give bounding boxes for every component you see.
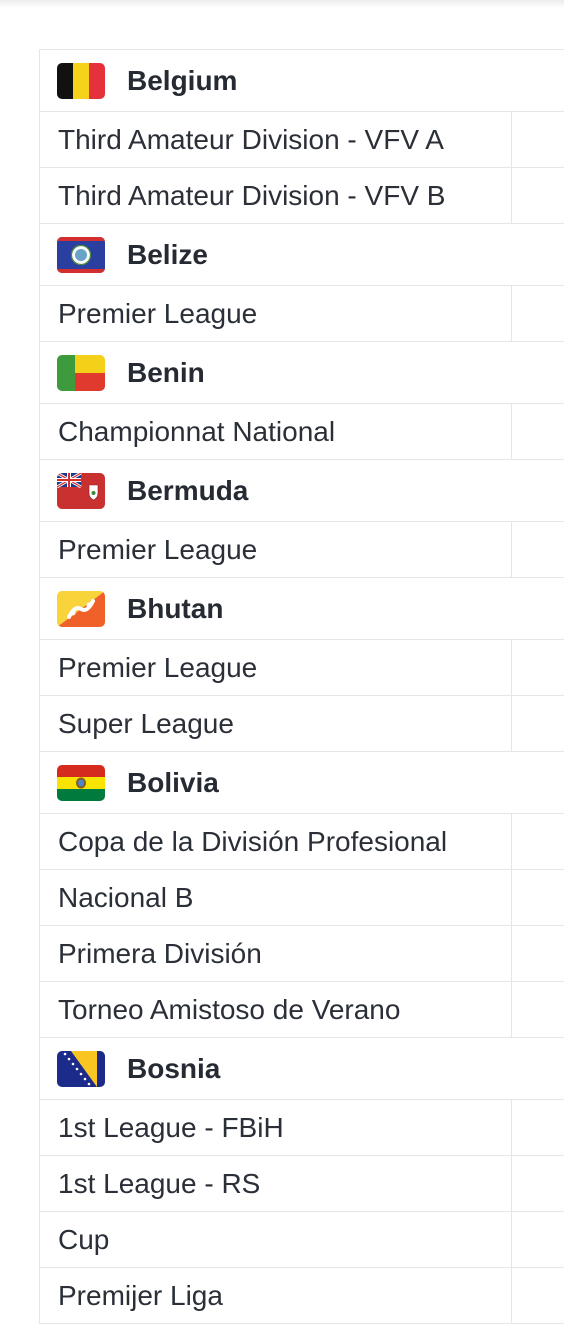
- country-header-bermuda[interactable]: Bermuda: [39, 460, 564, 522]
- league-row[interactable]: Premier League: [39, 286, 564, 342]
- league-row[interactable]: Championnat National: [39, 404, 564, 460]
- league-row[interactable]: Copa de la División Profesional: [39, 814, 564, 870]
- league-name: Copa de la División Profesional: [40, 814, 512, 869]
- league-name: Premier League: [40, 640, 512, 695]
- league-row[interactable]: Third Amateur Division - VFV B: [39, 168, 564, 224]
- league-extra-cell: [512, 982, 564, 1037]
- league-extra-cell: [512, 286, 564, 341]
- league-extra-cell: [512, 640, 564, 695]
- league-extra-cell: [512, 404, 564, 459]
- country-header-bhutan[interactable]: Bhutan: [39, 578, 564, 640]
- league-row[interactable]: Primera División: [39, 926, 564, 982]
- league-name: Primera División: [40, 926, 512, 981]
- league-name: Championnat National: [40, 404, 512, 459]
- league-extra-cell: [512, 814, 564, 869]
- league-name: Third Amateur Division - VFV A: [40, 112, 512, 167]
- bosnia-flag-icon: [57, 1050, 105, 1087]
- league-row[interactable]: Third Amateur Division - VFV A: [39, 112, 564, 168]
- league-name: Super League: [40, 696, 512, 751]
- league-row[interactable]: Torneo Amistoso de Verano: [39, 982, 564, 1038]
- country-name: Bermuda: [127, 474, 249, 506]
- league-extra-cell: [512, 1100, 564, 1155]
- belize-flag-icon: [57, 236, 105, 273]
- country-header-belgium[interactable]: Belgium: [39, 50, 564, 112]
- country-header-benin[interactable]: Benin: [39, 342, 564, 404]
- league-extra-cell: [512, 870, 564, 925]
- league-name: Premier League: [40, 286, 512, 341]
- league-row[interactable]: Premier League: [39, 640, 564, 696]
- country-name: Belize: [127, 238, 208, 270]
- league-extra-cell: [512, 1212, 564, 1267]
- league-name: Cup: [40, 1212, 512, 1267]
- league-name: 1st League - FBiH: [40, 1100, 512, 1155]
- belgium-flag-icon: [57, 62, 105, 99]
- country-name: Bolivia: [127, 766, 219, 798]
- country-name: Bosnia: [127, 1052, 221, 1084]
- league-row[interactable]: Cup: [39, 1212, 564, 1268]
- league-extra-cell: [512, 112, 564, 167]
- bhutan-flag-icon: [57, 590, 105, 627]
- league-extra-cell: [512, 1156, 564, 1211]
- league-row[interactable]: Nacional B: [39, 870, 564, 926]
- league-name: Third Amateur Division - VFV B: [40, 168, 512, 223]
- country-header-bolivia[interactable]: Bolivia: [39, 752, 564, 814]
- league-extra-cell: [512, 522, 564, 577]
- bermuda-flag-icon: [57, 472, 105, 509]
- country-name: Bhutan: [127, 592, 224, 624]
- league-list: Belgium Third Amateur Division - VFV A T…: [39, 49, 564, 1324]
- league-name: Premier League: [40, 522, 512, 577]
- league-row[interactable]: Premijer Liga: [39, 1268, 564, 1324]
- league-row[interactable]: 1st League - RS: [39, 1156, 564, 1212]
- league-name: Nacional B: [40, 870, 512, 925]
- country-name: Belgium: [127, 64, 238, 96]
- bolivia-flag-icon: [57, 764, 105, 801]
- country-name: Benin: [127, 356, 205, 388]
- benin-flag-icon: [57, 354, 105, 391]
- country-header-belize[interactable]: Belize: [39, 224, 564, 286]
- league-name: Premijer Liga: [40, 1268, 512, 1323]
- league-row[interactable]: Super League: [39, 696, 564, 752]
- league-extra-cell: [512, 168, 564, 223]
- league-row[interactable]: Premier League: [39, 522, 564, 578]
- top-bar-shadow: [0, 0, 564, 8]
- league-extra-cell: [512, 926, 564, 981]
- league-name: Torneo Amistoso de Verano: [40, 982, 512, 1037]
- country-header-bosnia[interactable]: Bosnia: [39, 1038, 564, 1100]
- league-name: 1st League - RS: [40, 1156, 512, 1211]
- league-extra-cell: [512, 1268, 564, 1323]
- league-extra-cell: [512, 696, 564, 751]
- league-row[interactable]: 1st League - FBiH: [39, 1100, 564, 1156]
